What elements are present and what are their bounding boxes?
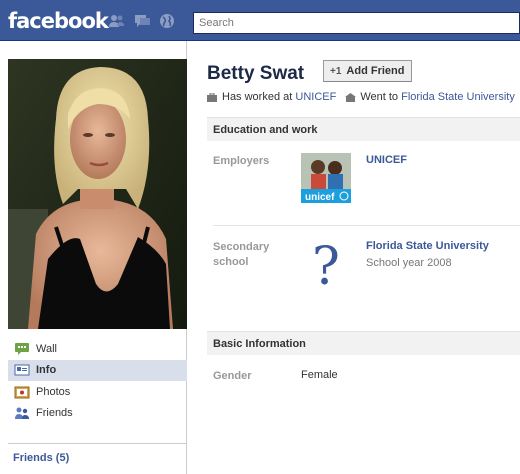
profile-summary: Has worked at UNICEF Went to Florida Sta… xyxy=(207,91,515,103)
nav-photos[interactable]: Photos xyxy=(8,381,187,403)
add-friend-button[interactable]: +1 Add Friend xyxy=(323,60,413,82)
search-input[interactable] xyxy=(194,13,519,33)
gender-label: Gender xyxy=(213,370,252,382)
facebook-logo[interactable]: facebook xyxy=(8,9,109,33)
school-year: School year 2008 xyxy=(366,257,452,269)
profile-name: Betty Swat xyxy=(207,63,305,84)
search-box[interactable] xyxy=(193,12,520,34)
nav-label: Friends xyxy=(36,407,73,420)
worked-prefix: Has worked at xyxy=(222,91,293,103)
unicef-logo-text: unicef xyxy=(305,192,335,203)
friends-requests-icon[interactable] xyxy=(108,13,125,29)
unicef-logo-thumbnail[interactable]: unicef xyxy=(301,153,351,203)
went-prefix: Went to xyxy=(360,91,399,103)
school-link[interactable]: Florida State University xyxy=(366,240,489,252)
nav-info[interactable]: Info xyxy=(8,359,187,381)
employer-link[interactable]: UNICEF xyxy=(366,154,407,166)
divider xyxy=(8,443,187,444)
top-bar: facebook xyxy=(0,0,520,41)
school-icon xyxy=(345,92,357,102)
briefcase-icon xyxy=(207,92,217,102)
profile-picture[interactable] xyxy=(8,59,187,329)
nav-label: Wall xyxy=(36,342,57,355)
nav-friends[interactable]: Friends xyxy=(8,403,187,425)
worked-at-link[interactable]: UNICEF xyxy=(295,91,336,103)
photos-icon xyxy=(14,385,30,399)
left-column: Wall Info Photos Friends Friends (5) xyxy=(0,41,187,474)
secondary-school-label: Secondary school xyxy=(213,241,270,268)
divider xyxy=(213,225,520,226)
nav-label: Photos xyxy=(36,385,71,398)
nav-label: Info xyxy=(36,364,57,377)
gender-value: Female xyxy=(301,369,338,381)
add-friend-icon: +1 xyxy=(330,65,342,77)
profile-nav: Wall Info Photos Friends xyxy=(8,338,187,424)
messages-icon[interactable] xyxy=(134,13,151,29)
basic-info-header: Basic Information xyxy=(207,331,520,355)
question-mark-placeholder-icon: ? xyxy=(304,237,349,297)
friends-count-link[interactable]: Friends (5) xyxy=(13,452,69,464)
notifications-globe-icon[interactable] xyxy=(159,13,176,29)
add-friend-label: Add Friend xyxy=(346,65,405,77)
friends-icon xyxy=(14,406,30,420)
svg-text:?: ? xyxy=(312,238,340,290)
went-to-link[interactable]: Florida State University xyxy=(401,91,515,103)
nav-wall[interactable]: Wall xyxy=(8,338,187,360)
employers-label: Employers xyxy=(213,155,270,167)
education-work-header: Education and work xyxy=(207,117,520,141)
wall-icon xyxy=(14,342,30,356)
info-icon xyxy=(14,363,30,377)
